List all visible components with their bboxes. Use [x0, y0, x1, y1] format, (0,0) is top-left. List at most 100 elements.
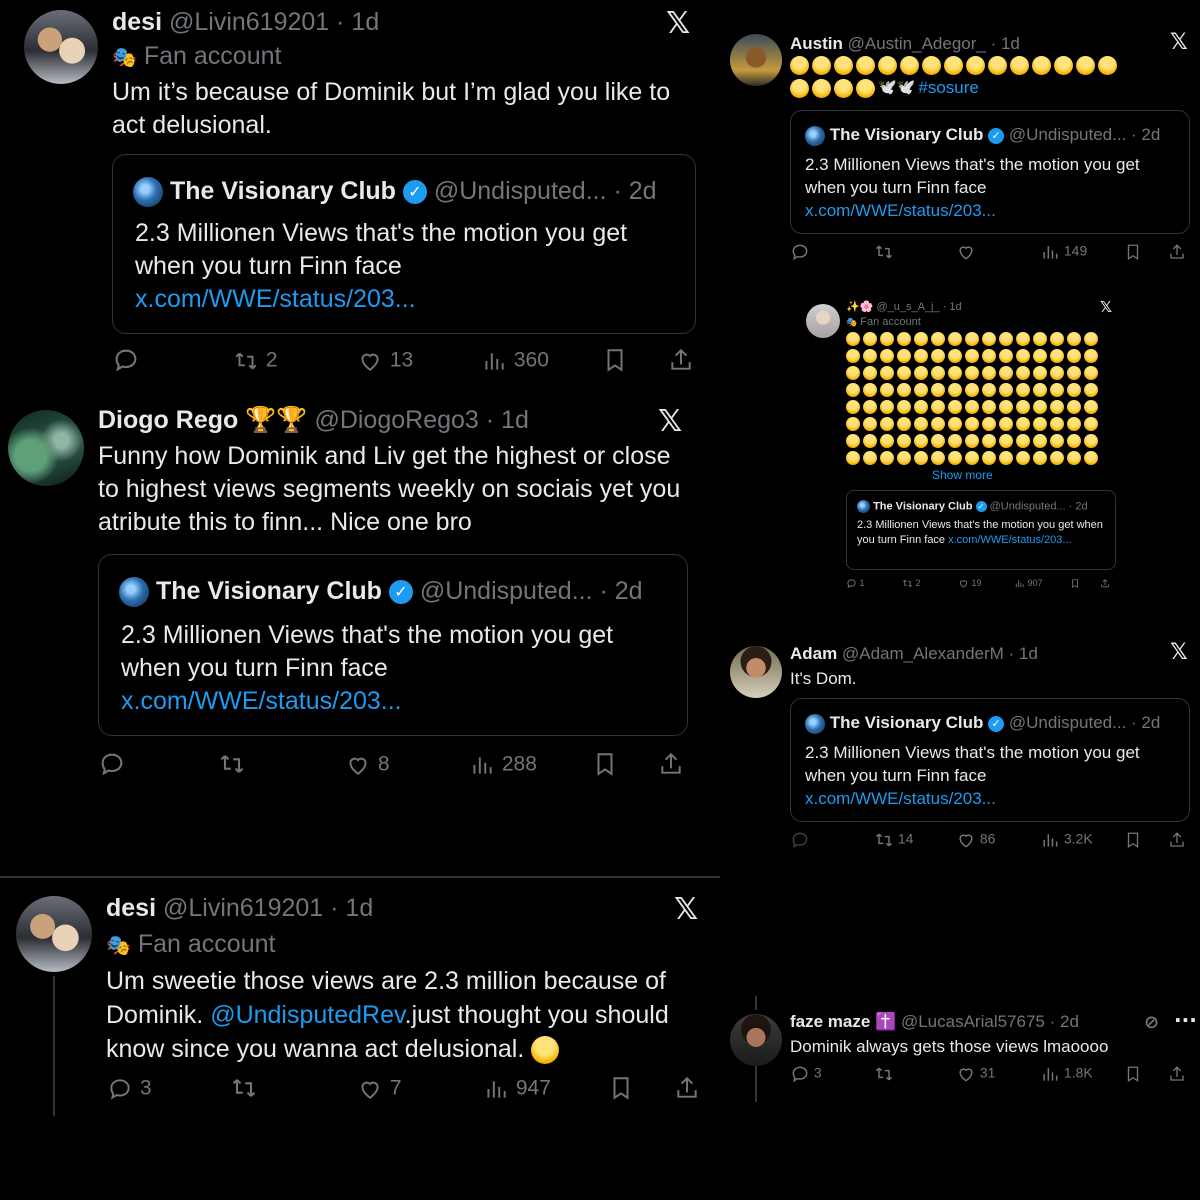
- share-button[interactable]: [1168, 830, 1186, 853]
- views-button[interactable]: 1.8K: [1040, 1064, 1093, 1084]
- avatar[interactable]: [730, 34, 782, 86]
- retweet-button[interactable]: 14: [874, 830, 913, 850]
- quoted-tweet[interactable]: The Visionary Club ✓ @Undisputed... · 2d…: [790, 698, 1190, 822]
- reply-button[interactable]: [790, 242, 810, 265]
- bookmark-button[interactable]: [1124, 1064, 1142, 1087]
- show-more-link[interactable]: Show more: [932, 468, 993, 482]
- views-button[interactable]: 3.2K: [1040, 830, 1093, 850]
- quoted-tweet[interactable]: The Visionary Club ✓ @Undisputed... · 2d…: [112, 154, 696, 334]
- laughing-face-icon: [965, 349, 979, 363]
- share-button[interactable]: [668, 346, 694, 380]
- timestamp[interactable]: · 1d: [330, 894, 373, 922]
- views-button[interactable]: 907: [1014, 578, 1043, 589]
- views-button[interactable]: 947: [482, 1076, 551, 1102]
- quoted-tweet[interactable]: The Visionary Club ✓ @Undisputed... · 2d…: [98, 554, 688, 736]
- tweet-desi-2[interactable]: desi @Livin619201 · 1d 𝕏 🎭 Fan account U…: [0, 880, 720, 1180]
- timestamp[interactable]: · 1d: [486, 406, 529, 434]
- author-name[interactable]: Adam: [790, 644, 837, 663]
- author-name[interactable]: ✨🌸: [846, 301, 873, 313]
- more-options-icon[interactable]: ···: [1174, 1008, 1197, 1032]
- timestamp[interactable]: · 1d: [991, 34, 1020, 53]
- quote-link[interactable]: x.com/WWE/status/203...: [805, 201, 996, 220]
- reply-button[interactable]: 3: [790, 1064, 822, 1084]
- bookmark-button[interactable]: [1124, 830, 1142, 853]
- timestamp[interactable]: · 1d: [1009, 644, 1038, 663]
- views-button[interactable]: 360: [480, 348, 549, 374]
- bookmark-button[interactable]: [592, 750, 618, 784]
- author-handle[interactable]: @DiogoRego3: [314, 406, 478, 434]
- like-button[interactable]: 19: [958, 578, 982, 589]
- share-button[interactable]: [658, 750, 684, 784]
- bookmark-button[interactable]: [608, 1074, 634, 1108]
- retweet-button[interactable]: 2: [232, 348, 278, 374]
- timestamp[interactable]: · 1d: [336, 8, 379, 36]
- retweet-button[interactable]: [874, 242, 894, 265]
- share-button[interactable]: [1168, 1064, 1186, 1087]
- author-name[interactable]: faze maze: [790, 1012, 870, 1031]
- reply-button[interactable]: 3: [106, 1076, 152, 1102]
- retweet-button[interactable]: [874, 1064, 894, 1087]
- tweet-austin[interactable]: Austin @Austin_Adegor_ · 1d 𝕏 🕊️🕊️ #sosu…: [720, 20, 1200, 280]
- avatar[interactable]: [16, 896, 92, 972]
- author-name[interactable]: desi: [112, 8, 162, 36]
- avatar[interactable]: [730, 1014, 782, 1066]
- like-button[interactable]: [956, 242, 976, 265]
- author-name[interactable]: desi: [106, 894, 156, 922]
- quoted-tweet[interactable]: The Visionary Club ✓ @Undisputed... · 2d…: [790, 110, 1190, 234]
- timestamp[interactable]: · 1d: [943, 301, 962, 313]
- share-button[interactable]: [1168, 242, 1186, 265]
- mention-link[interactable]: @UndisputedRev: [210, 1001, 404, 1029]
- laughing-face-icon: [897, 383, 911, 397]
- grok-icon[interactable]: ⊘: [1144, 1012, 1159, 1033]
- tweet-faze-maze[interactable]: faze maze ✝️ @LucasArial57675 · 2d ⊘ ···…: [720, 996, 1200, 1106]
- views-button[interactable]: 288: [468, 752, 537, 778]
- quote-link[interactable]: x.com/WWE/status/203...: [948, 534, 1071, 546]
- quote-link[interactable]: x.com/WWE/status/203...: [805, 789, 996, 808]
- reply-button[interactable]: [98, 750, 126, 784]
- reply-button[interactable]: [790, 830, 810, 853]
- bookmark-button[interactable]: [1124, 242, 1142, 265]
- bookmark-button[interactable]: [602, 346, 628, 380]
- retweet-button[interactable]: 2: [902, 578, 921, 589]
- quoted-tweet[interactable]: The Visionary Club ✓ @Undisputed... · 2d…: [846, 490, 1116, 570]
- laughing-face-icon: [948, 366, 962, 380]
- like-button[interactable]: 31: [956, 1064, 995, 1084]
- timestamp[interactable]: · 2d: [1050, 1012, 1079, 1031]
- avatar[interactable]: [8, 410, 84, 486]
- quote-link[interactable]: x.com/WWE/status/203...: [121, 687, 402, 715]
- author-handle[interactable]: @Adam_AlexanderM: [842, 644, 1004, 663]
- hashtag-link[interactable]: #sosure: [918, 77, 978, 99]
- like-button[interactable]: 8: [344, 752, 390, 778]
- retweet-button[interactable]: [230, 1074, 258, 1108]
- author-handle[interactable]: @Austin_Adegor_: [848, 34, 986, 53]
- author-handle[interactable]: @Livin619201: [163, 894, 323, 922]
- like-button[interactable]: 7: [356, 1076, 402, 1102]
- reply-button[interactable]: 1: [846, 578, 865, 589]
- laughing-face-icon: [931, 400, 945, 414]
- bookmark-button[interactable]: [1070, 578, 1080, 591]
- avatar[interactable]: [24, 10, 98, 84]
- retweet-button[interactable]: [218, 750, 246, 784]
- quote-link[interactable]: x.com/WWE/status/203...: [135, 285, 416, 313]
- author-name[interactable]: Austin: [790, 34, 843, 53]
- like-button[interactable]: 13: [356, 348, 413, 374]
- avatar[interactable]: [806, 304, 840, 338]
- author-handle[interactable]: @LucasArial57675: [901, 1012, 1045, 1031]
- share-button[interactable]: [1100, 578, 1110, 591]
- tweet-adam[interactable]: Adam @Adam_AlexanderM · 1d 𝕏 It's Dom. T…: [720, 632, 1200, 872]
- tweet-desi-1[interactable]: desi @Livin619201 · 1d 𝕏 🎭 Fan account U…: [0, 0, 720, 400]
- author-name[interactable]: Diogo Rego: [98, 406, 238, 434]
- tweet-usaj[interactable]: ✨🌸 @_u_s_A_j_ · 1d 𝕏 🎭 Fan account Show …: [800, 296, 1130, 596]
- avatar[interactable]: [730, 646, 782, 698]
- laughing-face-icon: [982, 451, 996, 465]
- author-handle[interactable]: @Livin619201: [169, 8, 329, 36]
- author-handle[interactable]: @_u_s_A_j_: [876, 301, 939, 313]
- tweet-diogo[interactable]: Diogo Rego 🏆🏆 @DiogoRego3 · 1d 𝕏 Funny h…: [0, 400, 720, 800]
- views-button[interactable]: 149: [1040, 242, 1087, 262]
- laughing-face-icon: [999, 332, 1013, 346]
- share-button[interactable]: [674, 1074, 700, 1108]
- dove-icon: 🕊️🕊️: [878, 79, 916, 96]
- like-button[interactable]: 86: [956, 830, 995, 850]
- reply-button[interactable]: [112, 346, 140, 380]
- bookmark-icon: [1127, 1066, 1139, 1083]
